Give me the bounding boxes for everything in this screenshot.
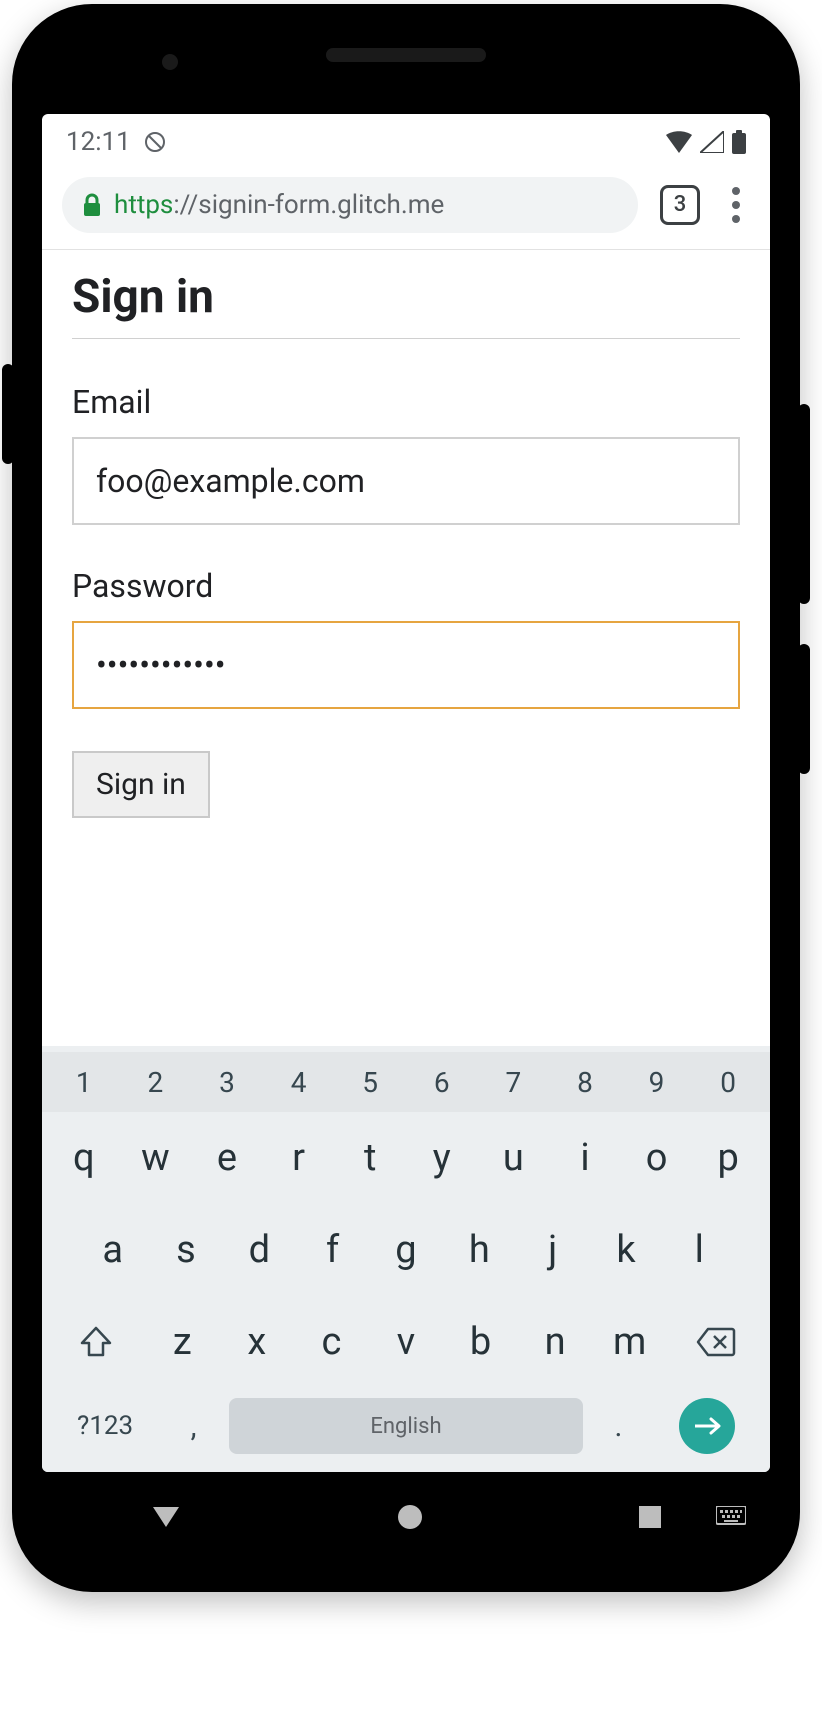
lock-icon <box>82 193 102 217</box>
key-l[interactable]: l <box>663 1208 736 1292</box>
key-k[interactable]: k <box>589 1208 662 1292</box>
key-u[interactable]: u <box>478 1116 550 1200</box>
volume-button <box>798 404 810 604</box>
tab-switcher-button[interactable]: 3 <box>660 185 700 225</box>
cell-signal-icon <box>700 131 724 153</box>
battery-icon <box>732 130 746 154</box>
key-9[interactable]: 9 <box>621 1056 693 1109</box>
overview-button[interactable] <box>637 1504 663 1530</box>
key-t[interactable]: t <box>334 1116 406 1200</box>
period-key[interactable]: . <box>583 1409 654 1444</box>
back-button[interactable] <box>149 1503 183 1531</box>
sign-in-button[interactable]: Sign in <box>72 751 210 818</box>
email-field-group: Email <box>72 383 740 525</box>
browser-toolbar: https://signin-form.glitch.me 3 <box>42 170 770 250</box>
keyboard-row-1: qwertyuiop <box>42 1112 770 1204</box>
key-2[interactable]: 2 <box>120 1056 192 1109</box>
key-v[interactable]: v <box>369 1300 444 1384</box>
key-q[interactable]: q <box>48 1116 120 1200</box>
wifi-icon <box>666 131 692 153</box>
key-p[interactable]: p <box>692 1116 764 1200</box>
backspace-key[interactable] <box>667 1327 764 1357</box>
key-0[interactable]: 0 <box>692 1056 764 1109</box>
url-text: https://signin-form.glitch.me <box>114 190 444 220</box>
keyboard-switch-icon[interactable] <box>716 1506 746 1528</box>
key-m[interactable]: m <box>592 1300 667 1384</box>
address-bar[interactable]: https://signin-form.glitch.me <box>62 177 638 233</box>
phone-camera <box>162 54 178 70</box>
email-input[interactable] <box>72 437 740 525</box>
tab-count-label: 3 <box>674 192 687 217</box>
key-c[interactable]: c <box>294 1300 369 1384</box>
key-7[interactable]: 7 <box>478 1056 550 1109</box>
key-r[interactable]: r <box>263 1116 335 1200</box>
key-x[interactable]: x <box>220 1300 295 1384</box>
key-h[interactable]: h <box>443 1208 516 1292</box>
keyboard-row-2: asdfghjkl <box>42 1204 770 1296</box>
enter-key[interactable] <box>679 1398 735 1454</box>
key-i[interactable]: i <box>549 1116 621 1200</box>
url-host: signin-form.glitch.me <box>198 190 444 220</box>
android-nav-bar <box>42 1482 770 1552</box>
spacebar-key[interactable]: English <box>229 1398 583 1454</box>
screen: 12:11 <box>42 114 770 1472</box>
symbols-mode-key[interactable]: ?123 <box>52 1411 158 1441</box>
key-y[interactable]: y <box>406 1116 478 1200</box>
url-separator: :// <box>173 190 198 220</box>
key-6[interactable]: 6 <box>406 1056 478 1109</box>
comma-key[interactable]: , <box>158 1409 229 1444</box>
key-f[interactable]: f <box>296 1208 369 1292</box>
soft-keyboard: 1234567890 qwertyuiop asdfghjkl zxcvbnm … <box>42 1046 770 1472</box>
password-label: Password <box>72 567 740 605</box>
key-s[interactable]: s <box>149 1208 222 1292</box>
key-3[interactable]: 3 <box>191 1056 263 1109</box>
key-a[interactable]: a <box>76 1208 149 1292</box>
url-scheme: https <box>114 190 173 220</box>
phone-frame: 12:11 <box>12 4 800 1592</box>
page-title: Sign in <box>72 270 740 339</box>
key-g[interactable]: g <box>369 1208 442 1292</box>
key-z[interactable]: z <box>145 1300 220 1384</box>
side-button-left <box>2 364 14 464</box>
key-j[interactable]: j <box>516 1208 589 1292</box>
key-1[interactable]: 1 <box>48 1056 120 1109</box>
power-button <box>798 644 810 774</box>
more-menu-button[interactable] <box>722 187 750 223</box>
keyboard-row-3: zxcvbnm <box>42 1296 770 1388</box>
email-label: Email <box>72 383 740 421</box>
key-o[interactable]: o <box>621 1116 693 1200</box>
key-e[interactable]: e <box>191 1116 263 1200</box>
key-4[interactable]: 4 <box>263 1056 335 1109</box>
key-n[interactable]: n <box>518 1300 593 1384</box>
key-d[interactable]: d <box>223 1208 296 1292</box>
password-field-group: Password <box>72 567 740 709</box>
status-time: 12:11 <box>66 127 131 157</box>
page-content: Sign in Email Password Sign in <box>42 250 770 1046</box>
keyboard-number-row: 1234567890 <box>42 1052 770 1112</box>
keyboard-bottom-row: ?123 , English . <box>42 1388 770 1472</box>
key-5[interactable]: 5 <box>334 1056 406 1109</box>
password-input[interactable] <box>72 621 740 709</box>
home-button[interactable] <box>396 1503 424 1531</box>
key-b[interactable]: b <box>443 1300 518 1384</box>
phone-speaker <box>326 48 486 62</box>
key-8[interactable]: 8 <box>549 1056 621 1109</box>
key-w[interactable]: w <box>120 1116 192 1200</box>
shift-key[interactable] <box>48 1325 145 1359</box>
status-bar: 12:11 <box>42 114 770 170</box>
do-not-disturb-icon <box>143 130 167 154</box>
